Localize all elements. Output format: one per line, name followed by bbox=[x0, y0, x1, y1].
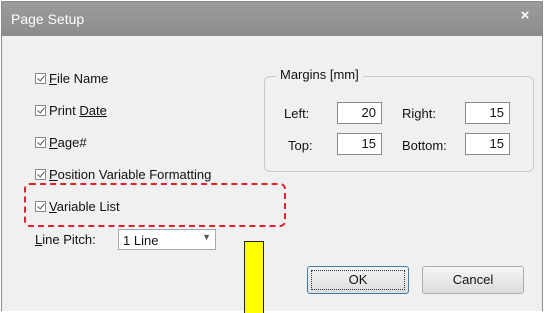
print-date-checkbox[interactable]: Print Date bbox=[35, 102, 107, 118]
checkbox-box[interactable] bbox=[35, 104, 46, 116]
dialog-title: Page Setup bbox=[11, 11, 85, 27]
bottom-margin-label: Bottom: bbox=[402, 138, 447, 153]
left-margin-input[interactable]: 20 bbox=[337, 102, 382, 124]
checkbox-box[interactable] bbox=[35, 168, 46, 180]
line-pitch-value: 1 Line bbox=[123, 233, 159, 248]
top-margin-label: Top: bbox=[288, 138, 313, 153]
checkbox-label: Print Date bbox=[49, 102, 107, 118]
page-number-checkbox[interactable]: Page# bbox=[35, 134, 87, 150]
position-variable-formatting-checkbox[interactable]: Position Variable Formatting bbox=[35, 166, 211, 182]
file-name-checkbox[interactable]: File Name bbox=[35, 70, 108, 86]
annotation-marker-bar bbox=[244, 241, 264, 313]
ok-button[interactable]: OK bbox=[307, 266, 409, 294]
checkbox-label: Position Variable Formatting bbox=[49, 166, 212, 182]
right-margin-input[interactable]: 15 bbox=[465, 102, 510, 124]
page-setup-dialog: Page Setup × File Name Print Date Page# … bbox=[1, 1, 543, 313]
checkbox-box[interactable] bbox=[35, 72, 46, 84]
margins-group bbox=[264, 76, 534, 172]
line-pitch-select[interactable]: 1 Line ▼ bbox=[118, 229, 216, 250]
checkbox-label: Page# bbox=[49, 134, 87, 150]
left-margin-label: Left: bbox=[284, 106, 310, 121]
top-margin-input[interactable]: 15 bbox=[337, 133, 382, 155]
title-bar: Page Setup × bbox=[2, 2, 542, 36]
close-icon[interactable]: × bbox=[516, 7, 534, 25]
annotation-highlight-box bbox=[24, 183, 286, 227]
line-pitch-label: Line Pitch: bbox=[35, 232, 96, 247]
bottom-margin-input[interactable]: 15 bbox=[465, 133, 510, 155]
dialog-body: File Name Print Date Page# Position Vari… bbox=[2, 36, 542, 313]
checkbox-box[interactable] bbox=[35, 136, 46, 148]
cancel-button[interactable]: Cancel bbox=[422, 266, 524, 294]
chevron-down-icon[interactable]: ▼ bbox=[202, 232, 211, 242]
margins-group-title: Margins [mm] bbox=[276, 67, 363, 82]
right-margin-label: Right: bbox=[402, 106, 436, 121]
checkbox-label: File Name bbox=[49, 70, 109, 86]
